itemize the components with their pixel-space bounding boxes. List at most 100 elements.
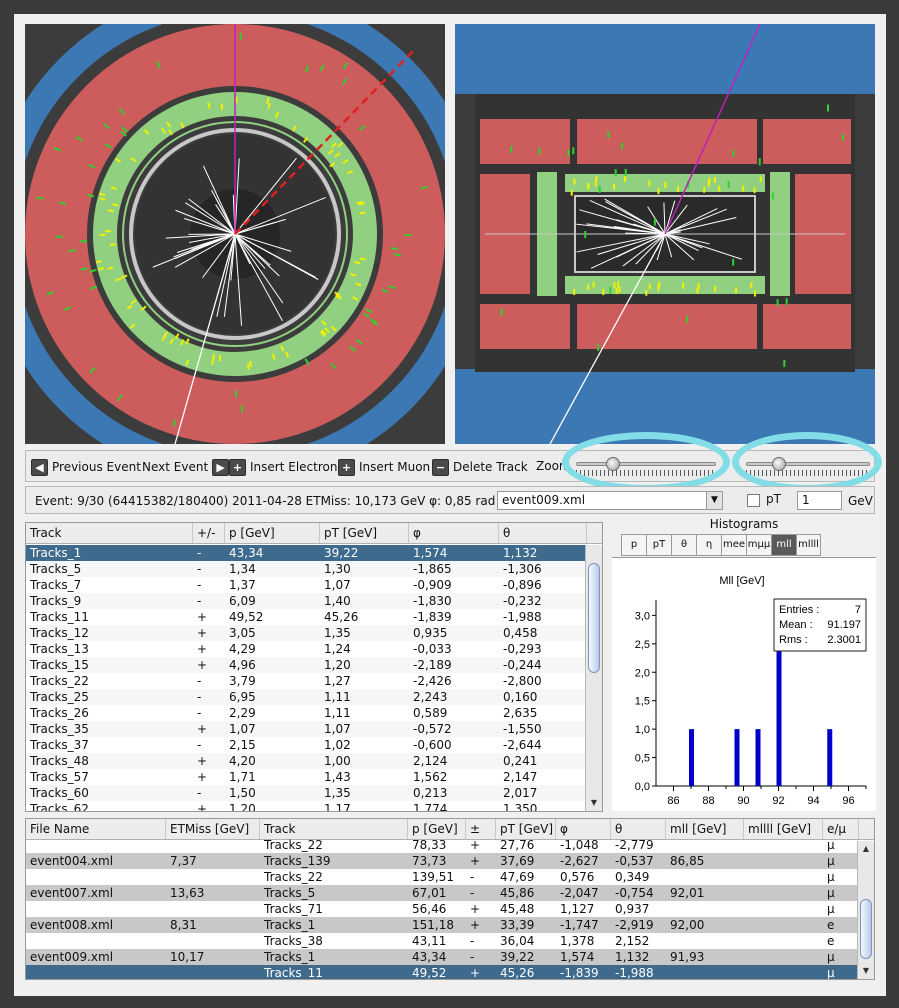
file-cell-mll: 86,85	[670, 854, 705, 868]
detector-rz-view[interactable]	[455, 24, 875, 444]
rz-hit-green	[510, 145, 513, 153]
files-col-header[interactable]: pT [GeV]	[496, 819, 556, 839]
histogram-bar	[734, 729, 740, 786]
file-cell-p: 73,73	[412, 854, 447, 868]
files-col-header[interactable]: p [GeV]	[408, 819, 466, 839]
tracks-col-header[interactable]: +/-	[193, 523, 225, 543]
next-event-button[interactable]: Next Event ▶	[142, 457, 230, 477]
histogram-tab[interactable]: η	[696, 534, 721, 556]
tracks-scrollbar[interactable]: ▼	[585, 545, 602, 811]
file-row[interactable]: event004.xml 7,37 Tracks_139 73,73 +37,69 -2,…	[26, 853, 857, 869]
histogram-tab[interactable]: mμμ	[746, 534, 771, 556]
track-row[interactable]: Tracks_9 - 6,09 1,40 -1,830 -0,232	[26, 593, 585, 609]
detector-xy-view[interactable]	[25, 24, 445, 444]
plus-icon: +	[338, 458, 355, 476]
previous-event-button[interactable]: ◀ Previous Event	[31, 457, 141, 477]
zoom-slider-knob[interactable]	[772, 457, 786, 471]
track-cell: -0,896	[503, 578, 542, 592]
rz-hit-green	[597, 343, 600, 351]
histogram-tab[interactable]: mllll	[796, 534, 821, 556]
track-row[interactable]: Tracks_37 - 2,15 1,02 -0,600 -2,644	[26, 737, 585, 753]
track-row[interactable]: Tracks_13 +4,29 1,24 -0,033 -0,293	[26, 641, 585, 657]
tracks-col-header[interactable]: pT [GeV]	[320, 523, 409, 543]
file-row[interactable]: Tracks_71 56,46 +45,48 1,127 0,937 μ	[26, 901, 857, 917]
rz-hit-yellow	[703, 186, 706, 193]
track-row[interactable]: Tracks_15 +4,96 1,20 -2,189 -0,244	[26, 657, 585, 673]
file-row[interactable]: event009.xml 10,17 Tracks_1 43,34 - 39,22 1,57…	[26, 949, 857, 965]
track-row[interactable]: Tracks_60 - 1,50 1,35 0,213 2,017	[26, 785, 585, 801]
histogram-tab[interactable]: mll	[771, 534, 796, 556]
track-cell: Tracks_1	[30, 546, 82, 560]
file-row[interactable]: Tracks_22 139,51 - 47,69 0,576 0,349 μ	[26, 869, 857, 885]
file-cell-pt: 27,76	[500, 838, 535, 852]
pt-cut-checkbox[interactable]	[747, 494, 760, 507]
histogram-tab[interactable]: pT	[646, 534, 671, 556]
files-col-header[interactable]: φ	[556, 819, 611, 839]
rz-hit-yellow	[696, 287, 699, 294]
track-row[interactable]: Tracks_11 +49,52 45,26 -1,839 -1,988	[26, 609, 585, 625]
scroll-down-icon[interactable]: ▼	[858, 963, 874, 979]
file-row[interactable]: Tracks_38 43,11 - 36,04 1,378 2,152 e	[26, 933, 857, 949]
files-scroll-thumb[interactable]	[860, 899, 872, 959]
file-row[interactable]: event007.xml 13,63 Tracks_5 67,01 - 45,86 -2,0…	[26, 885, 857, 901]
track-row[interactable]: Tracks_62 +1,20 1,17 1,774 1,350	[26, 801, 585, 811]
files-col-header[interactable]: mll [GeV]	[666, 819, 744, 839]
event-file-dropdown[interactable]: event009.xml ▼	[497, 491, 723, 510]
histogram-bar	[827, 729, 833, 786]
track-row[interactable]: Tracks_26 - 2,29 1,11 0,589 2,635	[26, 705, 585, 721]
scroll-down-icon[interactable]: ▼	[586, 795, 602, 811]
files-col-header[interactable]: ±	[466, 819, 496, 839]
tracks-col-header[interactable]: p [GeV]	[225, 523, 320, 543]
histogram-tab[interactable]: θ	[671, 534, 696, 556]
file-cell-theta: 0,937	[615, 902, 650, 916]
file-cell-p: 43,34	[412, 950, 447, 964]
files-col-header[interactable]: Track	[260, 819, 408, 839]
event-info-text: Event: 9/30 (64415382/180400) 2011-04-28…	[35, 494, 496, 508]
zoom-slider-xy[interactable]	[576, 457, 716, 479]
track-row[interactable]: Tracks_7 - 1,37 1,07 -0,909 -0,896	[26, 577, 585, 593]
tracks-col-header[interactable]: θ	[499, 523, 587, 543]
scroll-up-icon[interactable]: ▲	[858, 841, 874, 857]
xy-view-canvas[interactable]	[25, 24, 445, 444]
files-col-header[interactable]: e/μ	[823, 819, 859, 839]
files-col-header[interactable]: ETMiss [GeV]	[166, 819, 260, 839]
file-cell-file: event008.xml	[30, 918, 114, 932]
tracks-scroll-thumb[interactable]	[588, 563, 600, 673]
files-col-header[interactable]: File Name	[26, 819, 166, 839]
track-row[interactable]: Tracks_1 - 43,34 39,22 1,574 1,132	[26, 545, 585, 561]
track-cell: -0,293	[503, 642, 542, 656]
zoom-slider-knob[interactable]	[606, 457, 620, 471]
files-col-header[interactable]: mllll [GeV]	[744, 819, 823, 839]
histogram-tab[interactable]: p	[621, 534, 646, 556]
track-row[interactable]: Tracks_57 +1,71 1,43 1,562 2,147	[26, 769, 585, 785]
plus-icon: +	[229, 458, 246, 476]
xy-hit-yellow	[235, 96, 238, 103]
delete-track-button[interactable]: − Delete Track	[432, 457, 528, 477]
file-cell-pt: 37,69	[500, 854, 535, 868]
track-cell: 1,562	[413, 770, 448, 784]
files-scrollbar[interactable]: ▲ ▼	[857, 841, 874, 979]
track-row[interactable]: Tracks_22 - 3,79 1,27 -2,426 -2,800	[26, 673, 585, 689]
track-row[interactable]: Tracks_12 +3,05 1,35 0,935 0,458	[26, 625, 585, 641]
file-row[interactable]: Tracks_11 49,52 +45,26 -1,839 -1,988 μ	[26, 965, 857, 979]
insert-electron-button[interactable]: + Insert Electron	[229, 457, 337, 477]
track-cell: Tracks_22	[30, 674, 89, 688]
chevron-down-icon[interactable]: ▼	[706, 492, 722, 509]
track-row[interactable]: Tracks_35 +1,07 1,07 -0,572 -1,550	[26, 721, 585, 737]
files-col-header[interactable]: θ	[611, 819, 666, 839]
track-row[interactable]: Tracks_25 - 6,95 1,11 2,243 0,160	[26, 689, 585, 705]
track-cell: -1,306	[503, 562, 542, 576]
zoom-slider-rz[interactable]	[746, 457, 870, 479]
tracks-col-header[interactable]: φ	[409, 523, 499, 543]
pt-cut-input[interactable]: 1	[797, 491, 842, 510]
file-row[interactable]: Tracks_22 78,33 +27,76 -1,048 -2,779 μ	[26, 837, 857, 853]
tracks-col-header[interactable]: Track	[26, 523, 193, 543]
rz-hit-yellow	[753, 290, 756, 297]
track-row[interactable]: Tracks_5 - 1,34 1,30 -1,865 -1,306	[26, 561, 585, 577]
rz-view-canvas[interactable]	[455, 24, 875, 444]
hcal-top-center	[577, 119, 757, 164]
track-row[interactable]: Tracks_48 +4,20 1,00 2,124 0,241	[26, 753, 585, 769]
insert-muon-button[interactable]: + Insert Muon	[338, 457, 430, 477]
file-row[interactable]: event008.xml 8,31 Tracks_1 151,18 +33,39 -1,7…	[26, 917, 857, 933]
histogram-tab[interactable]: mee	[721, 534, 746, 556]
